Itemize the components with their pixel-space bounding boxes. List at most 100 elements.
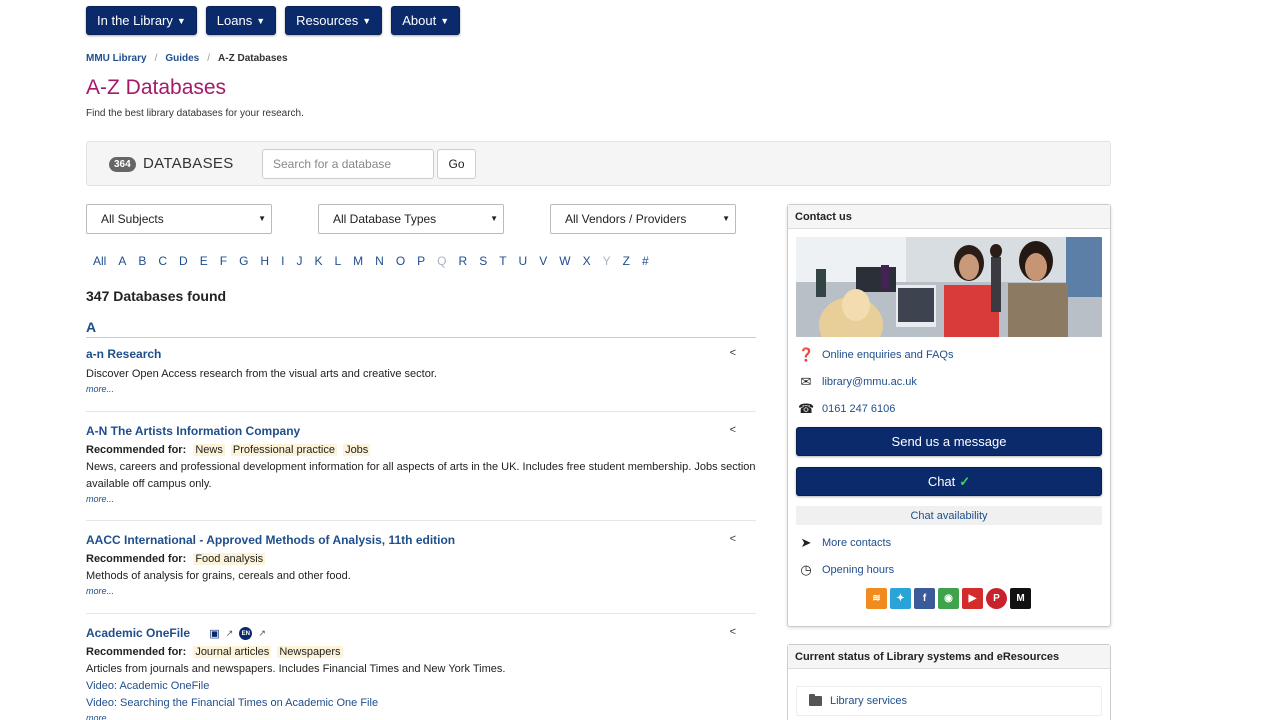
nav-label: Resources (296, 13, 359, 28)
breadcrumb: MMU Library / Guides / A-Z Databases (86, 53, 288, 64)
folder-icon (809, 694, 822, 706)
chat-button[interactable]: Chat ✓ (796, 467, 1102, 496)
nav-in-the-library[interactable]: In the Library ▼ (86, 6, 197, 35)
share-icon[interactable]: < (730, 626, 736, 638)
databases-label: DATABASES (143, 155, 234, 172)
az-letter-m[interactable]: M (347, 254, 369, 268)
az-letter-all[interactable]: All (86, 254, 112, 268)
az-letter-c[interactable]: C (152, 254, 173, 268)
breadcrumb-guides[interactable]: Guides (165, 53, 199, 64)
az-letter-k[interactable]: K (308, 254, 328, 268)
share-icon[interactable]: < (730, 347, 736, 359)
az-letter-b[interactable]: B (132, 254, 152, 268)
online-enquiries-link[interactable]: ❓ Online enquiries and FAQs (798, 347, 953, 363)
database-title-link[interactable]: A-N The Artists Information Company (86, 424, 300, 438)
more-link[interactable]: more... (86, 713, 756, 720)
library-services-item[interactable]: Library services (796, 686, 1102, 716)
az-letter-n[interactable]: N (369, 254, 390, 268)
az-letter-d[interactable]: D (173, 254, 194, 268)
share-icon[interactable]: < (730, 424, 736, 436)
database-entry: AACC International - Approved Methods of… (86, 533, 756, 614)
database-title-link[interactable]: a-n Research (86, 347, 161, 361)
opening-hours-link[interactable]: ◷ Opening hours (798, 562, 894, 578)
more-link[interactable]: more... (86, 586, 756, 596)
video-link[interactable]: Video: Searching the Financial Times on … (86, 697, 378, 709)
status-heading: Current status of Library systems and eR… (788, 645, 1110, 669)
az-letter-r[interactable]: R (453, 254, 474, 268)
question-icon: ❓ (798, 347, 815, 362)
database-title-link[interactable]: AACC International - Approved Methods of… (86, 533, 455, 547)
caret-down-icon: ▼ (256, 15, 266, 26)
video-link[interactable]: Video: Academic OneFile (86, 680, 209, 692)
az-letter-u[interactable]: U (513, 254, 534, 268)
az-letter-v[interactable]: V (533, 254, 553, 268)
nav-label: About (402, 13, 437, 28)
az-letter-f[interactable]: F (214, 254, 233, 268)
medium-icon[interactable]: M (1010, 588, 1031, 609)
envelope-icon: ✉ (800, 374, 812, 389)
library-services-label: Library services (830, 695, 908, 707)
az-letter-q: Q (437, 254, 447, 268)
caret-down-icon: ▼ (362, 15, 372, 26)
access-icons: ▣ ↗ EN ↗ (209, 627, 266, 641)
phone-link[interactable]: ☎ 0161 247 6106 (798, 401, 895, 417)
tag: Professional practice (230, 444, 337, 456)
more-contacts-link[interactable]: ➤ More contacts (798, 535, 892, 551)
vendor-filter-select[interactable]: All Vendors / Providers ▼ (550, 204, 736, 234)
vendor-filter-value: All Vendors / Providers (565, 212, 687, 226)
tag: Newspapers (277, 646, 343, 659)
az-letter-e[interactable]: E (194, 254, 214, 268)
clock-icon: ◷ (800, 562, 812, 577)
az-letter-l[interactable]: L (328, 254, 347, 268)
subject-filter-select[interactable]: All Subjects ▼ (86, 204, 272, 234)
check-icon: ✓ (959, 473, 971, 489)
breadcrumb-mmu-library[interactable]: MMU Library (86, 53, 147, 64)
database-search-bar: 364 DATABASES Go (86, 141, 1111, 186)
instagram-icon[interactable]: ◉ (938, 588, 959, 609)
az-letter-a[interactable]: A (112, 254, 132, 268)
az-letter-hash[interactable]: # (636, 254, 655, 268)
database-entry: a-n Research < Discover Open Access rese… (86, 347, 756, 412)
letter-heading: A (86, 319, 756, 338)
database-search-input[interactable] (262, 149, 434, 179)
more-link[interactable]: more... (86, 494, 756, 504)
external-link-icon: ↗ (225, 628, 234, 639)
az-letter-p[interactable]: P (411, 254, 431, 268)
english-language-icon[interactable]: EN (239, 627, 253, 641)
twitter-icon[interactable]: ✦ (890, 588, 911, 609)
library-photo (796, 237, 1102, 337)
az-letter-z[interactable]: Z (617, 254, 636, 268)
az-letter-g[interactable]: G (233, 254, 254, 268)
top-nav: In the Library ▼ Loans ▼ Resources ▼ About ▼ (86, 6, 461, 35)
chat-availability-link[interactable]: Chat availability (796, 506, 1102, 525)
az-letter-x[interactable]: X (577, 254, 597, 268)
database-description: Articles from journals and newspapers. I… (86, 663, 506, 676)
az-letter-h[interactable]: H (254, 254, 275, 268)
nav-about[interactable]: About ▼ (391, 6, 461, 35)
more-link[interactable]: more... (86, 384, 756, 394)
database-description: Discover Open Access research from the v… (86, 368, 437, 380)
az-letter-bar: All A B C D E F G H I J K L M N O P Q R S T U V W X Y Z # (86, 254, 655, 268)
desktop-icon[interactable]: ▣ (209, 627, 219, 640)
nav-resources[interactable]: Resources ▼ (285, 6, 383, 35)
send-message-button[interactable]: Send us a message (796, 427, 1102, 456)
az-letter-t[interactable]: T (493, 254, 512, 268)
az-letter-j[interactable]: J (290, 254, 308, 268)
search-go-button[interactable]: Go (437, 149, 476, 179)
recommended-label: Recommended for: (86, 646, 187, 659)
database-entry: A-N The Artists Information Company < Re… (86, 424, 756, 521)
youtube-icon[interactable]: ▶ (962, 588, 983, 609)
share-icon[interactable]: < (730, 533, 736, 545)
database-description: Methods of analysis for grains, cereals … (86, 570, 351, 582)
rss-icon[interactable]: ≋ (866, 588, 887, 609)
az-letter-o[interactable]: O (390, 254, 411, 268)
az-letter-s[interactable]: S (473, 254, 493, 268)
pinterest-icon[interactable]: P (986, 588, 1007, 609)
az-letter-i[interactable]: I (275, 254, 290, 268)
facebook-icon[interactable]: f (914, 588, 935, 609)
nav-loans[interactable]: Loans ▼ (205, 6, 277, 35)
database-title-link[interactable]: Academic OneFile (86, 626, 190, 640)
email-link[interactable]: ✉ library@mmu.ac.uk (798, 374, 917, 390)
database-type-filter-select[interactable]: All Database Types ▼ (318, 204, 504, 234)
az-letter-w[interactable]: W (553, 254, 576, 268)
